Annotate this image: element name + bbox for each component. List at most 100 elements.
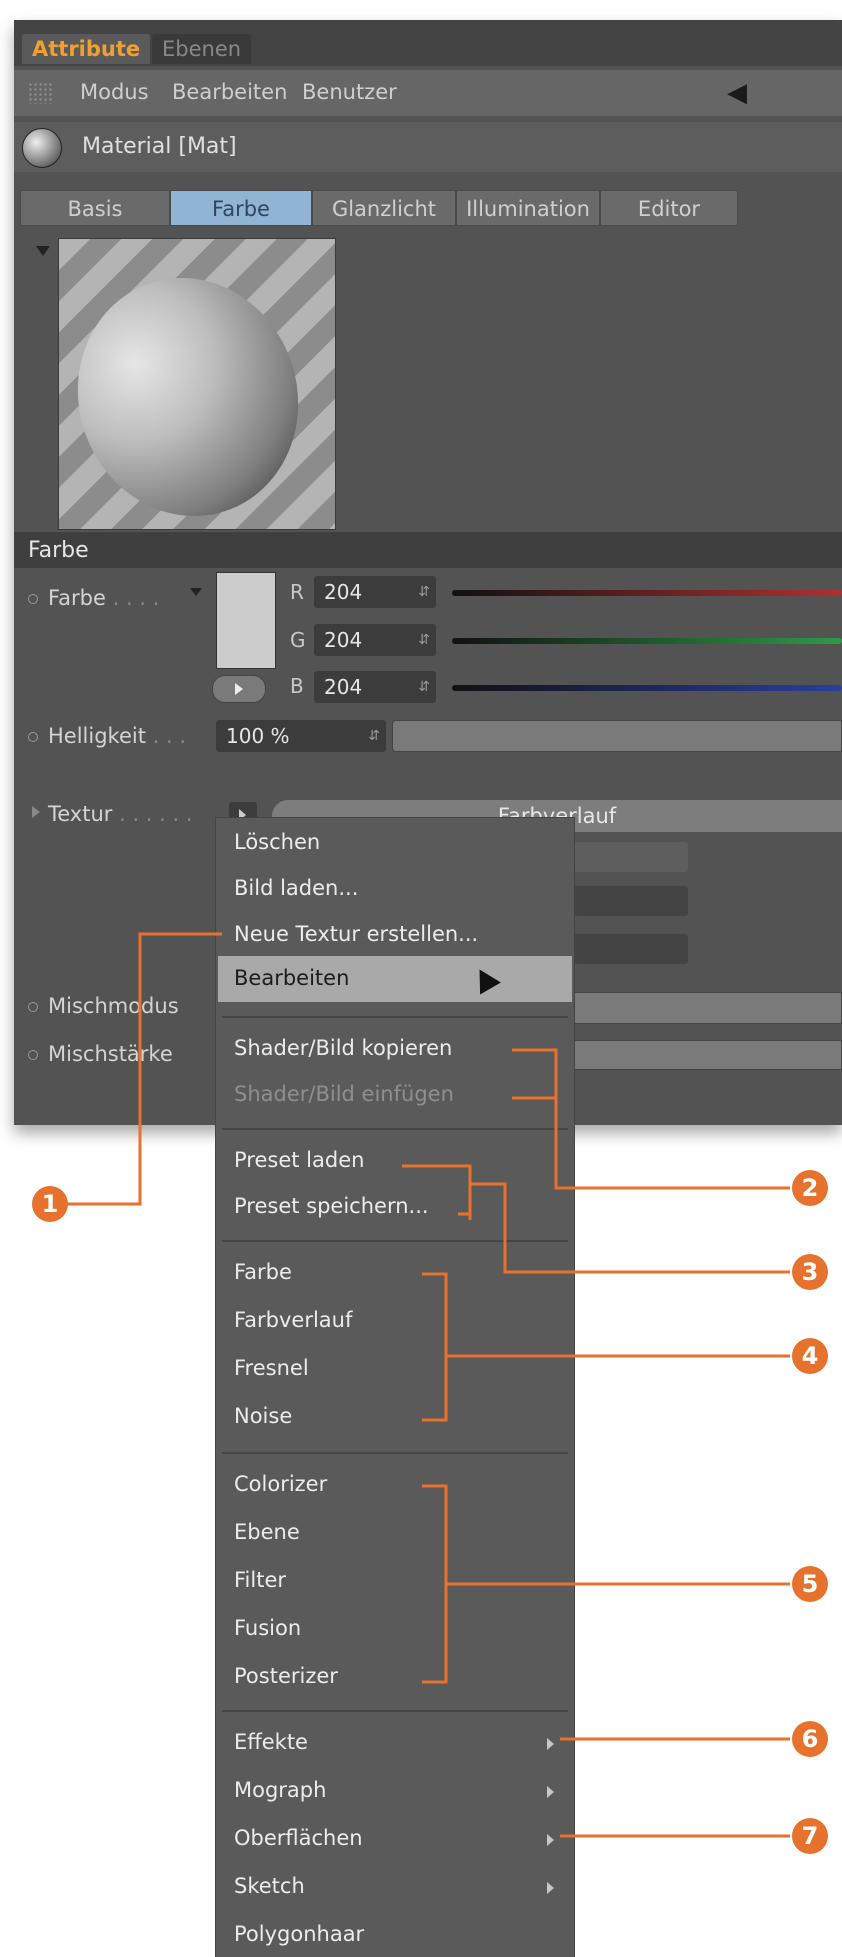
callout-badge-5: 5: [792, 1566, 828, 1602]
menu-item-loeschen[interactable]: Löschen: [234, 830, 320, 854]
animation-dot-icon[interactable]: [28, 594, 38, 604]
color-picker-toggle[interactable]: [212, 675, 266, 703]
menu-separator: [222, 1240, 568, 1242]
farbe-label-text: Farbe: [48, 586, 106, 610]
menu-item-bild-laden[interactable]: Bild laden...: [234, 876, 358, 900]
helligkeit-label: Helligkeit . . .: [48, 724, 186, 748]
channel-g-input[interactable]: 204 ⇵: [314, 624, 436, 656]
material-preview: [47, 238, 336, 545]
channel-g-label: G: [290, 628, 306, 652]
back-arrow-icon[interactable]: ◀: [727, 78, 747, 108]
farbe-label: Farbe . . . .: [48, 586, 159, 610]
helligkeit-slider[interactable]: [392, 720, 842, 752]
menu-item-fresnel[interactable]: Fresnel: [234, 1356, 309, 1380]
spinner-icon[interactable]: ⇵: [418, 624, 430, 656]
channel-b-slider[interactable]: [452, 685, 842, 691]
spinner-icon[interactable]: ⇵: [418, 576, 430, 608]
mischstaerke-slider[interactable]: [574, 1040, 842, 1070]
textur-label-dots: . . . . . .: [119, 802, 193, 826]
menubar: Modus Bearbeiten Benutzer ◀: [14, 70, 842, 116]
menu-item-ebene[interactable]: Ebene: [234, 1520, 300, 1544]
menu-item-sketch[interactable]: Sketch: [234, 1874, 305, 1898]
channel-b-value: 204: [324, 675, 363, 699]
callout-badge-7: 7: [792, 1818, 828, 1854]
color-mode-dropdown-icon[interactable]: [190, 588, 202, 596]
section-title: Farbe: [28, 538, 89, 563]
section-header-farbe: Farbe: [14, 532, 842, 568]
callout-badge-3: 3: [792, 1254, 828, 1290]
menu-item-noise[interactable]: Noise: [234, 1404, 292, 1428]
channel-r-label: R: [290, 580, 304, 604]
tab-illumination[interactable]: Illumination: [456, 190, 600, 226]
menu-item-bearbeiten[interactable]: Bearbeiten: [218, 956, 572, 1002]
menu-item-mograph[interactable]: Mograph: [234, 1778, 326, 1802]
helligkeit-input[interactable]: 100 % ⇵: [216, 720, 386, 752]
menu-modus[interactable]: Modus: [80, 80, 149, 104]
menu-bearbeiten[interactable]: Bearbeiten: [172, 80, 287, 104]
grip-icon[interactable]: [28, 82, 54, 104]
farbe-label-dots: . . . .: [112, 586, 160, 610]
color-swatch[interactable]: [216, 572, 276, 669]
menu-separator: [222, 1452, 568, 1454]
menu-item-colorizer[interactable]: Colorizer: [234, 1472, 327, 1496]
mischmodus-label: Mischmodus: [48, 994, 179, 1018]
callout-badge-6: 6: [792, 1721, 828, 1757]
expand-arrow-icon[interactable]: [32, 806, 40, 818]
callout-badge-2: 2: [792, 1170, 828, 1206]
spinner-icon[interactable]: ⇵: [418, 671, 430, 703]
mischmodus-dropdown[interactable]: [574, 992, 842, 1024]
menu-item-effekte[interactable]: Effekte: [234, 1730, 308, 1754]
tab-farbe[interactable]: Farbe: [170, 190, 312, 226]
menu-item-neue-textur[interactable]: Neue Textur erstellen...: [234, 922, 478, 946]
submenu-arrow-icon: [547, 1786, 554, 1798]
menu-item-shader-kopieren[interactable]: Shader/Bild kopieren: [234, 1036, 452, 1060]
mischstaerke-label: Mischstärke: [48, 1042, 173, 1066]
menu-item-filter[interactable]: Filter: [234, 1568, 286, 1592]
textur-label-text: Textur: [48, 802, 113, 826]
callout-badge-4: 4: [792, 1338, 828, 1374]
channel-g-slider[interactable]: [452, 638, 842, 644]
menu-item-preset-speichern[interactable]: Preset speichern...: [234, 1194, 429, 1218]
panel-tabstrip: Attribute Ebenen: [14, 20, 842, 66]
menu-item-posterizer[interactable]: Posterizer: [234, 1664, 338, 1688]
menu-item-polygonhaar[interactable]: Polygonhaar: [234, 1922, 364, 1946]
animation-dot-icon[interactable]: [28, 1050, 38, 1060]
textur-label: Textur . . . . . .: [48, 802, 193, 826]
channel-g-value: 204: [324, 628, 363, 652]
submenu-arrow-icon: [547, 1834, 554, 1846]
tab-attribute[interactable]: Attribute: [22, 34, 151, 64]
channel-b-input[interactable]: 204 ⇵: [314, 671, 436, 703]
tab-basis[interactable]: Basis: [20, 190, 170, 226]
menu-item-fusion[interactable]: Fusion: [234, 1616, 301, 1640]
menu-item-farbverlauf[interactable]: Farbverlauf: [234, 1308, 352, 1332]
submenu-arrow-icon: [547, 1738, 554, 1750]
material-title: Material [Mat]: [82, 134, 237, 159]
obscured-field: [574, 886, 688, 916]
animation-dot-icon[interactable]: [28, 732, 38, 742]
menu-item-preset-laden[interactable]: Preset laden: [234, 1148, 364, 1172]
material-tabs: Basis Farbe Glanzlicht Illumination Edit…: [14, 190, 842, 226]
menu-item-farbe[interactable]: Farbe: [234, 1260, 292, 1284]
channel-r-input[interactable]: 204 ⇵: [314, 576, 436, 608]
animation-dot-icon[interactable]: [28, 1002, 38, 1012]
preview-collapse-icon[interactable]: [36, 246, 50, 256]
channel-r-slider[interactable]: [452, 590, 842, 596]
helligkeit-value: 100 %: [226, 724, 290, 748]
menu-item-bearbeiten-label: Bearbeiten: [234, 966, 350, 990]
menu-item-oberflaechen[interactable]: Oberflächen: [234, 1826, 363, 1850]
callout-badge-1: 1: [32, 1186, 68, 1222]
spinner-icon[interactable]: ⇵: [368, 720, 380, 752]
mouse-cursor-icon: [469, 963, 501, 995]
preview-sphere: [47, 249, 329, 545]
channel-r-value: 204: [324, 580, 363, 604]
helligkeit-label-dots: . . .: [152, 724, 187, 748]
obscured-field: [574, 842, 688, 872]
tab-editor[interactable]: Editor: [600, 190, 738, 226]
tab-ebenen[interactable]: Ebenen: [152, 34, 252, 64]
menu-separator: [222, 1710, 568, 1712]
obscured-field: [574, 934, 688, 964]
material-header: Material [Mat]: [14, 122, 842, 172]
menu-item-shader-einfuegen: Shader/Bild einfügen: [234, 1082, 454, 1106]
menu-benutzer[interactable]: Benutzer: [302, 80, 397, 104]
tab-glanzlicht[interactable]: Glanzlicht: [312, 190, 456, 226]
